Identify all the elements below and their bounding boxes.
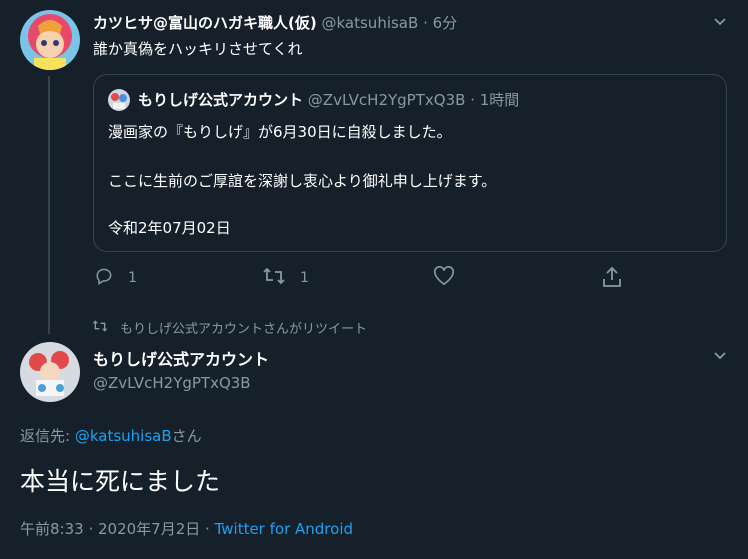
reply-button[interactable]: 1 bbox=[94, 266, 137, 290]
tweet1-text: 誰か真偽をハッキリさせてくれ bbox=[93, 40, 303, 58]
quoted-line-3: 令和2年07月02日 bbox=[108, 219, 231, 237]
reply-icon bbox=[94, 266, 114, 290]
quoted-handle: @ZvLVcH2YgPTxQ3B bbox=[307, 91, 466, 109]
quoted-display-name: もりしげ公式アカウント bbox=[138, 91, 304, 109]
tweet2-timestamp[interactable]: 午前8:33 · 2020年7月2日 · bbox=[20, 520, 210, 538]
quoted-line-2: ここに生前のご厚誼を深謝し衷心より御礼申し上げます。 bbox=[108, 172, 497, 190]
quoted-time: · 1時間 bbox=[470, 91, 520, 109]
quoted-avatar bbox=[108, 89, 130, 111]
tweet1-display-name[interactable]: カツヒサ@富山のハガキ職人(仮) bbox=[93, 14, 317, 32]
tweet1-time[interactable]: · 6分 bbox=[423, 14, 457, 32]
chevron-down-icon[interactable] bbox=[712, 14, 728, 30]
retweet-small-icon bbox=[92, 319, 108, 337]
tweet2-text: 本当に死にました bbox=[20, 467, 221, 496]
quoted-line-1: 漫画家の『もりしげ』が6月30日に自殺しました。 bbox=[108, 123, 452, 141]
tweet1-handle[interactable]: @katsuhisaB bbox=[322, 14, 419, 32]
quoted-tweet[interactable]: もりしげ公式アカウント @ZvLVcH2YgPTxQ3B · 1時間 漫画家の『… bbox=[93, 74, 727, 252]
tweet2-handle[interactable]: @ZvLVcH2YgPTxQ3B bbox=[93, 374, 251, 392]
avatar-morishige[interactable] bbox=[20, 342, 80, 402]
reply-to-label: 返信先: bbox=[20, 427, 71, 445]
retweet-notice-text[interactable]: もりしげ公式アカウントさんがリツイート bbox=[120, 318, 367, 337]
tweet2-source[interactable]: Twitter for Android bbox=[215, 520, 353, 538]
chevron-down-icon[interactable] bbox=[712, 348, 728, 364]
retweet-button[interactable]: 1 bbox=[262, 266, 309, 290]
retweet-count: 1 bbox=[300, 270, 309, 286]
like-button[interactable] bbox=[433, 266, 455, 290]
share-button[interactable] bbox=[602, 266, 622, 292]
retweet-notice: もりしげ公式アカウントさんがリツイート bbox=[92, 318, 367, 337]
tweet2-meta: 午前8:33 · 2020年7月2日 · Twitter for Android bbox=[20, 518, 353, 539]
like-icon bbox=[433, 266, 455, 290]
reply-to-suffix: さん bbox=[171, 427, 202, 445]
reply-to-handle[interactable]: @katsuhisaB bbox=[75, 427, 172, 445]
reply-to-line: 返信先: @katsuhisaBさん bbox=[20, 425, 202, 446]
tweet2-display-name[interactable]: もりしげ公式アカウント bbox=[93, 346, 269, 370]
tweet1-header: カツヒサ@富山のハガキ職人(仮) @katsuhisaB · 6分 bbox=[93, 12, 457, 33]
retweet-icon bbox=[262, 266, 286, 290]
thread-connector bbox=[48, 76, 50, 334]
share-icon bbox=[602, 266, 622, 292]
reply-count: 1 bbox=[128, 270, 137, 286]
avatar-katsuhisa[interactable] bbox=[20, 10, 80, 70]
quoted-header: もりしげ公式アカウント @ZvLVcH2YgPTxQ3B · 1時間 bbox=[138, 89, 519, 110]
